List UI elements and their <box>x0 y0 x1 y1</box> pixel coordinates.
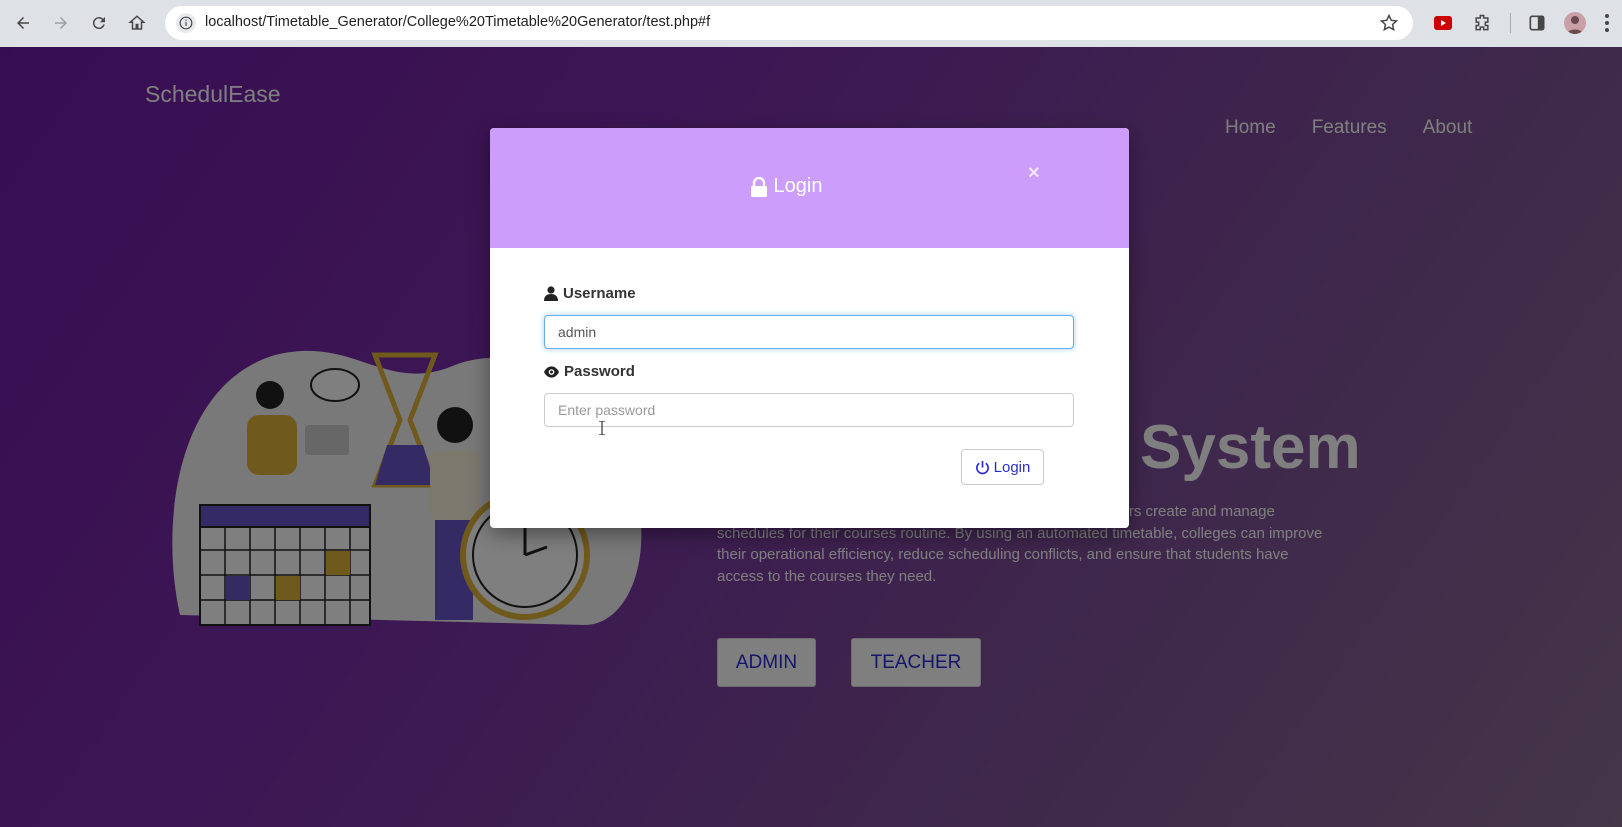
toolbar-divider <box>1510 13 1511 33</box>
modal-title: Login <box>490 175 1082 198</box>
login-button[interactable]: Login <box>961 449 1044 485</box>
password-input[interactable] <box>544 393 1074 427</box>
site-info-icon[interactable] <box>176 13 196 33</box>
modal-title-text: Login <box>773 175 823 197</box>
modal-header: Login × <box>490 128 1129 248</box>
url-text[interactable]: localhost/Timetable_Generator/College%20… <box>205 14 710 30</box>
password-label-text: Password <box>564 363 635 380</box>
extensions-puzzle-icon[interactable] <box>1471 12 1493 34</box>
menu-kebab-icon[interactable] <box>1600 12 1614 34</box>
forward-arrow-icon[interactable] <box>48 10 74 36</box>
lock-icon <box>750 176 767 197</box>
password-label: Password <box>544 363 635 380</box>
text-cursor-icon <box>599 421 605 435</box>
user-icon <box>544 286 558 301</box>
power-icon <box>975 460 989 474</box>
username-input[interactable] <box>544 315 1074 349</box>
close-button[interactable]: × <box>1028 162 1040 185</box>
back-arrow-icon[interactable] <box>10 10 36 36</box>
side-panel-icon[interactable] <box>1526 12 1548 34</box>
bookmark-star-icon[interactable] <box>1379 13 1399 33</box>
login-modal: Login × Username Password Login <box>490 128 1129 528</box>
eye-icon <box>544 365 559 378</box>
home-icon[interactable] <box>124 10 150 36</box>
page-background: SchedulEase Home Features About System A… <box>0 47 1622 827</box>
username-label: Username <box>544 285 636 302</box>
login-button-label: Login <box>993 458 1031 476</box>
username-label-text: Username <box>563 285 636 302</box>
youtube-extension-icon[interactable] <box>1432 12 1454 34</box>
reload-icon[interactable] <box>86 10 112 36</box>
browser-toolbar: localhost/Timetable_Generator/College%20… <box>0 0 1622 47</box>
profile-avatar[interactable] <box>1564 12 1586 34</box>
address-bar[interactable]: localhost/Timetable_Generator/College%20… <box>165 6 1413 40</box>
